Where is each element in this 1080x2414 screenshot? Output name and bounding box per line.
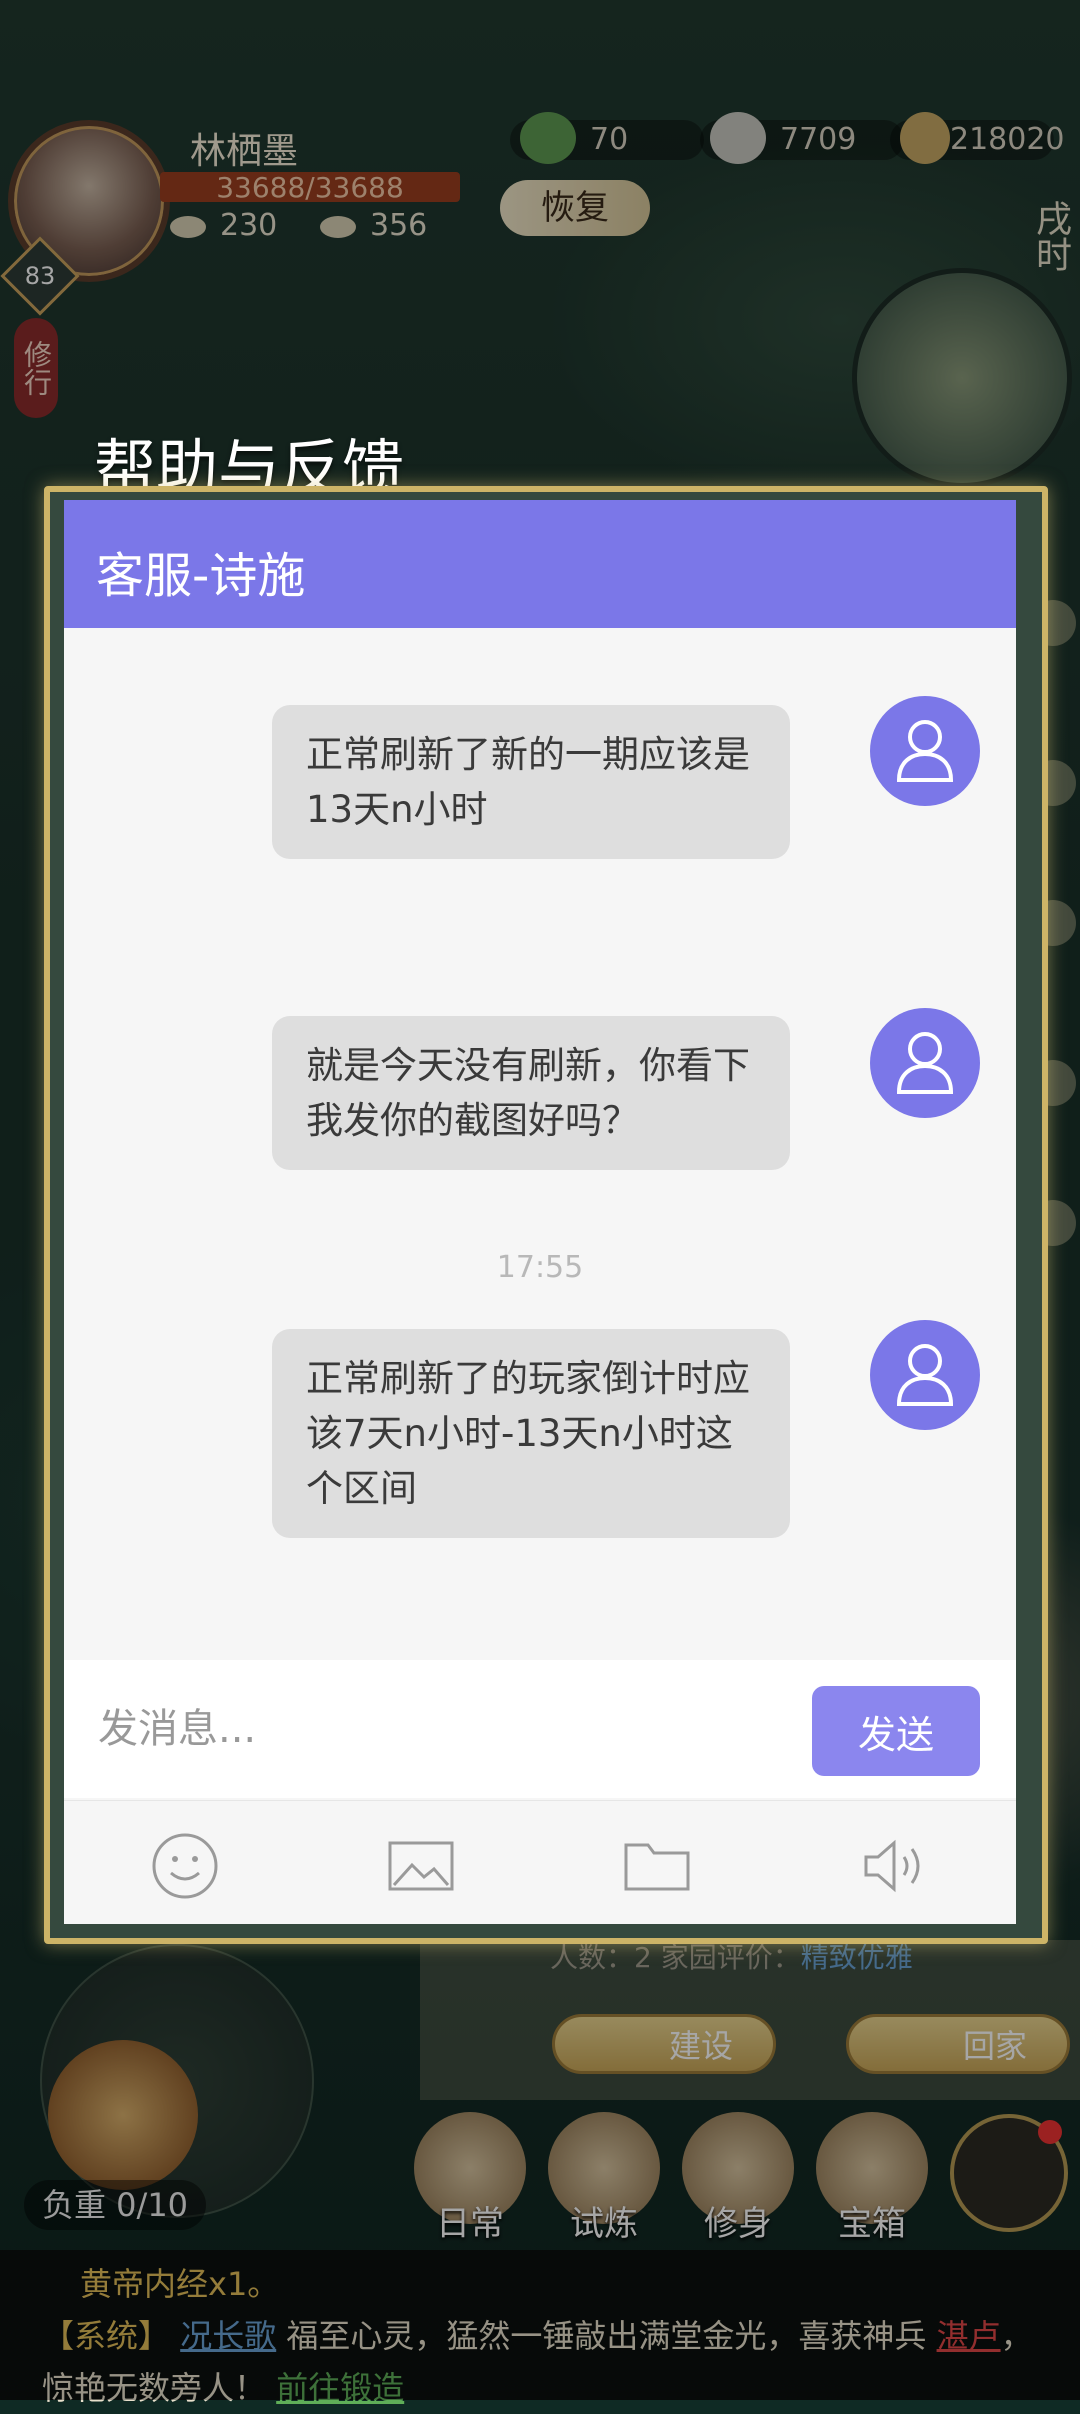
message-input-bar: 发送 xyxy=(64,1660,1016,1798)
chat-header: 客服-诗施 xyxy=(64,500,1016,628)
user-avatar xyxy=(870,1008,980,1118)
speaker-icon[interactable] xyxy=(860,1831,930,1901)
message-bubble: 正常刷新了新的一期应该是13天n小时 xyxy=(272,705,790,859)
emoji-icon[interactable] xyxy=(150,1831,220,1901)
user-icon xyxy=(896,720,954,782)
user-avatar xyxy=(870,1320,980,1430)
folder-icon[interactable] xyxy=(622,1831,692,1901)
message-bubble: 正常刷新了的玩家倒计时应该7天n小时-13天n小时这个区间 xyxy=(272,1329,790,1538)
user-icon xyxy=(896,1344,954,1406)
message-bubble: 就是今天没有刷新，你看下我发你的截图好吗？ xyxy=(272,1016,790,1170)
chat-window: 客服-诗施 正常刷新了新的一期应该是13天n小时 就是今天没有刷新，你看下我发你… xyxy=(64,500,1016,1924)
chat-header-title: 客服-诗施 xyxy=(96,548,306,604)
send-button[interactable]: 发送 xyxy=(812,1686,980,1776)
message-input[interactable] xyxy=(78,1678,868,1780)
chat-toolbar xyxy=(64,1800,1016,1924)
user-avatar xyxy=(870,696,980,806)
message-timestamp: 17:55 xyxy=(496,1250,584,1285)
image-icon[interactable] xyxy=(386,1831,456,1901)
user-icon xyxy=(896,1032,954,1094)
